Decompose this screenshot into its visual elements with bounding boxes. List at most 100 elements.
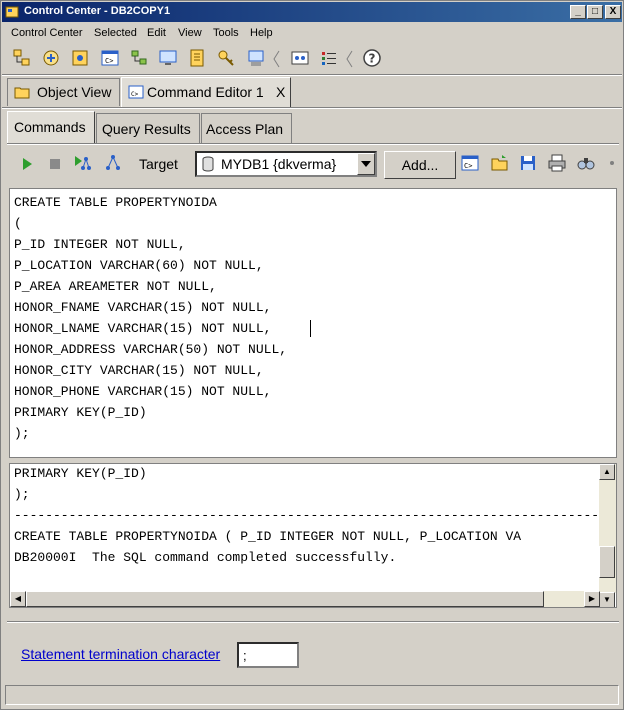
chevron-left-icon-2 [346,50,353,68]
status-bar [5,685,619,705]
maximize-button[interactable]: □ [587,5,603,19]
menu-edit[interactable]: Edit [147,27,166,39]
app-icon [5,6,19,18]
close-button[interactable]: X [605,5,621,19]
results-pane[interactable]: PRIMARY KEY(P_ID) ); -------------------… [9,463,617,608]
scroll-right-arrow-icon[interactable]: ▶ [584,591,600,607]
control-center-window: Control Center - DB2COPY1 _ □ X Control … [0,0,624,710]
result-line: CREATE TABLE PROPERTYNOIDA ( P_ID INTEGE… [14,529,522,544]
editor-line: P_ID INTEGER NOT NULL, [14,237,186,252]
folder-icon [14,87,30,99]
find-icon[interactable] [576,153,596,173]
result-line: PRIMARY KEY(P_ID) [14,466,147,481]
tab-command-editor-label: Command Editor 1 [147,84,264,100]
text-cursor [310,320,311,337]
command-window-icon[interactable]: C> [460,153,480,173]
target-select[interactable]: MYDB1 {dkverma} [195,151,377,177]
main-toolbar: C> ? [2,43,622,73]
vertical-scrollbar[interactable]: ▲ ▼ [599,464,616,607]
tools-settings-icon[interactable] [290,48,310,68]
help-icon[interactable]: ? [362,48,382,68]
command-editor-tab-icon: C> [128,85,144,99]
editor-line: HONOR_FNAME VARCHAR(15) NOT NULL, [14,300,272,315]
menu-help[interactable]: Help [250,27,273,39]
menu-selected[interactable]: Selected [94,27,137,39]
editor-line: PRIMARY KEY(P_ID) [14,405,147,420]
svg-text:C>: C> [105,57,113,65]
editor-line: P_LOCATION VARCHAR(60) NOT NULL, [14,258,264,273]
minimize-button[interactable]: _ [570,5,586,19]
tab-object-view-label: Object View [37,84,112,100]
title-bar: Control Center - DB2COPY1 _ □ X [2,2,622,22]
scroll-down-arrow-icon[interactable]: ▼ [599,592,615,607]
svg-text:C>: C> [464,162,472,170]
tab-access-plan[interactable]: Access Plan [201,113,292,143]
chevron-down-icon [361,161,371,167]
stop-icon[interactable] [45,154,65,174]
list-view-icon[interactable] [319,48,339,68]
save-icon[interactable] [518,153,538,173]
editor-line: HONOR_PHONE VARCHAR(15) NOT NULL, [14,384,272,399]
horizontal-scrollbar[interactable]: ◀ ▶ [10,591,600,607]
command-toolbar: Target MYDB1 {dkverma} Add... C> [9,148,621,182]
termination-character-value: ; [243,648,247,663]
add-button[interactable]: Add... [384,151,456,179]
result-line: ----------------------------------------… [14,508,617,523]
dev-center-icon[interactable] [246,48,266,68]
explain-run-icon[interactable] [72,153,92,173]
journal-icon[interactable] [188,48,208,68]
editor-line: P_AREA AREAMETER NOT NULL, [14,279,217,294]
bottom-divider [7,621,619,623]
statement-termination-link[interactable]: Statement termination character [21,646,220,662]
task-center-icon[interactable] [129,48,149,68]
menu-control-center[interactable]: Control Center [11,27,83,39]
tab-commands[interactable]: Commands [7,111,95,143]
object-tree-icon[interactable] [12,48,32,68]
access-plan-icon[interactable] [103,153,123,173]
window-title: Control Center - DB2COPY1 [24,5,171,17]
health-center-icon[interactable] [158,48,178,68]
editor-line: ( [14,216,22,231]
print-icon[interactable] [547,153,567,173]
scroll-left-arrow-icon[interactable]: ◀ [10,591,26,607]
editor-line: HONOR_ADDRESS VARCHAR(50) NOT NULL, [14,342,288,357]
satellite-admin-icon[interactable] [70,48,90,68]
menu-tools[interactable]: Tools [213,27,239,39]
more-dot-icon[interactable] [609,160,615,166]
license-center-icon[interactable] [216,48,236,68]
tab-query-results[interactable]: Query Results [96,113,200,143]
editor-line: HONOR_CITY VARCHAR(15) NOT NULL, [14,363,264,378]
sql-editor[interactable]: CREATE TABLE PROPERTYNOIDA ( P_ID INTEGE… [9,188,617,458]
termination-character-input[interactable]: ; [237,642,299,668]
editor-line: HONOR_LNAME VARCHAR(15) NOT NULL, [14,321,272,336]
tab-access-plan-label: Access Plan [206,121,284,137]
menu-view[interactable]: View [178,27,202,39]
tab-close-icon[interactable]: X [276,84,285,100]
database-icon [202,156,214,172]
tab-query-results-label: Query Results [102,121,191,137]
tab-commands-label: Commands [14,119,86,135]
svg-text:?: ? [369,52,376,66]
result-line: DB20000I The SQL command completed succe… [14,550,397,565]
result-line: ); [14,487,30,502]
run-icon[interactable] [17,154,37,174]
open-folder-icon[interactable] [490,153,510,173]
tab-object-view[interactable]: Object View [7,78,120,106]
editor-line: CREATE TABLE PROPERTYNOIDA [14,195,217,210]
target-label: Target [139,156,178,172]
command-editor-icon[interactable]: C> [100,48,120,68]
tab-command-editor[interactable]: C> Command Editor 1 X [121,77,291,107]
vertical-scroll-thumb[interactable] [599,546,615,578]
target-value: MYDB1 {dkverma} [221,156,337,172]
editor-line: ); [14,426,30,441]
chevron-left-icon [273,50,280,68]
target-dropdown-button[interactable] [357,153,375,175]
view-tabs-divider [2,107,622,109]
svg-text:C>: C> [131,91,139,98]
horizontal-scroll-thumb[interactable] [26,591,544,607]
replication-center-icon[interactable] [41,48,61,68]
editor-tabs-divider [7,143,619,145]
scroll-up-arrow-icon[interactable]: ▲ [599,464,615,480]
toolbar-divider [2,74,622,76]
menu-bar: Control Center Selected Edit View Tools … [2,23,622,43]
